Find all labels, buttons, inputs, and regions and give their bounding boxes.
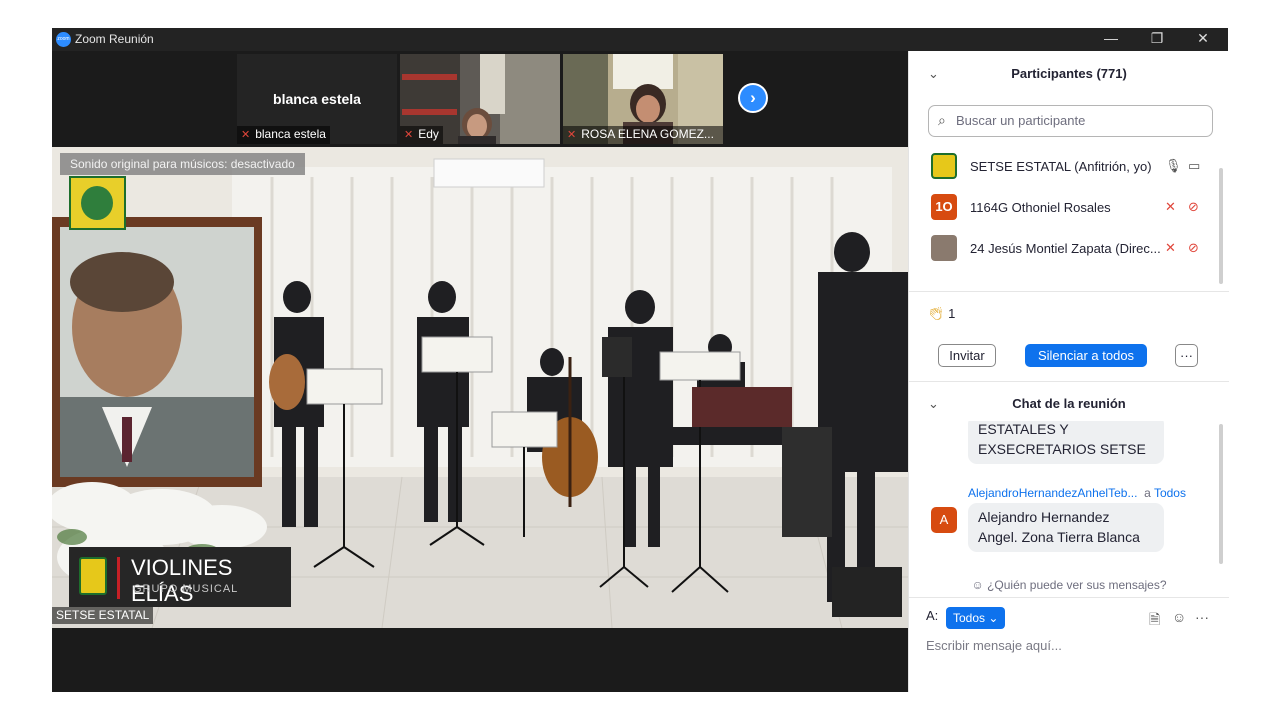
- sender-name: AlejandroHernandezAnhelTeb...: [968, 486, 1138, 500]
- chat-message: Alejandro Hernandez Angel. Zona Tierra B…: [968, 503, 1164, 552]
- chat-visibility-text: ¿Quién puede ver sus mensajes?: [987, 578, 1167, 592]
- chat-more-button[interactable]: ···: [1195, 609, 1209, 625]
- video-off-icon: ⊘: [1188, 240, 1199, 255]
- avatar: [931, 235, 957, 261]
- participant-thumbnail[interactable]: ✕ ROSA ELENA GOMEZ...: [563, 54, 723, 144]
- banner-divider: [117, 557, 120, 599]
- restore-button[interactable]: ❐: [1134, 28, 1180, 51]
- mic-muted-icon: ✕: [404, 129, 414, 141]
- zoom-logo-icon: zoom: [56, 32, 71, 47]
- minimize-button[interactable]: —: [1088, 28, 1134, 51]
- thumbnail-caption: ✕ blanca estela: [237, 126, 330, 144]
- mic-muted-icon: ✕: [1165, 199, 1176, 214]
- message-recipient: a Todos: [1144, 486, 1186, 500]
- clapping-hands-icon: 👏︎: [928, 306, 945, 321]
- avatar: [931, 153, 957, 179]
- banner-title: VIOLINES ELÍAS: [131, 555, 233, 606]
- chevron-down-icon: ⌄: [988, 611, 999, 625]
- divider: [909, 291, 1229, 292]
- divider: [909, 381, 1229, 382]
- mic-muted-icon: ✕: [567, 129, 577, 141]
- video-area: blanca estela ✕ blanca estela ✕ Edy ✕ RO…: [52, 51, 908, 692]
- title-bar: zoom Zoom Reunión — ❐ ✕: [52, 28, 1228, 51]
- band-banner: VIOLINES ELÍAS GRUPO MUSICAL: [69, 547, 291, 607]
- thumbnail-name: ROSA ELENA GOMEZ...: [581, 127, 714, 141]
- mute-all-button[interactable]: Silenciar a todos: [1025, 344, 1147, 367]
- reaction-counter: 👏︎ 1: [928, 306, 955, 322]
- collapse-participants-icon[interactable]: ⌄: [928, 66, 939, 82]
- thumbnail-name: blanca estela: [255, 127, 326, 141]
- participant-display-name: blanca estela: [273, 91, 361, 107]
- file-icon[interactable]: 🗎︎: [1149, 609, 1160, 633]
- chat-messages: ESTATALES Y EXSECRETARIOS SETSE Alejandr…: [909, 421, 1229, 571]
- message-line: EXSECRETARIOS SETSE: [978, 441, 1146, 457]
- collapse-chat-icon[interactable]: ⌄: [928, 396, 939, 412]
- chat-scrollbar[interactable]: [1219, 424, 1223, 564]
- participant-search-input[interactable]: ⌕ Buscar un participante: [928, 105, 1213, 137]
- search-placeholder: Buscar un participante: [956, 113, 1086, 128]
- mic-muted-icon: ✕: [1165, 240, 1176, 255]
- more-options-button[interactable]: ···: [1175, 344, 1198, 367]
- avatar: 1O: [931, 194, 957, 220]
- recipient-dropdown[interactable]: Todos ⌄: [946, 607, 1006, 629]
- mic-muted-icon: ✕: [241, 129, 251, 141]
- window-title: Zoom Reunión: [75, 32, 154, 46]
- thumbnail-caption: ✕ Edy: [400, 126, 443, 144]
- recipient-label: A:: [926, 608, 939, 623]
- banner-subtitle: GRUPO MUSICAL: [133, 583, 239, 595]
- thumbnail-caption: ✕ ROSA ELENA GOMEZ...: [563, 126, 723, 144]
- next-page-button[interactable]: ›: [738, 83, 768, 113]
- chat-visibility-link[interactable]: ☺ ¿Quién puede ver sus mensajes?: [909, 578, 1229, 592]
- video-off-icon: ⊘: [1188, 199, 1199, 214]
- people-icon: ☺: [971, 578, 984, 592]
- message-line: Angel. Zona Tierra Blanca: [978, 529, 1140, 545]
- participant-row[interactable]: SETSE ESTATAL (Anfitrión, yo) 🎙︎ ▭: [909, 146, 1219, 186]
- participants-scrollbar[interactable]: [1219, 168, 1223, 284]
- avatar: A: [931, 507, 957, 533]
- divider: [909, 597, 1229, 598]
- message-line: ESTATALES Y: [978, 421, 1069, 437]
- search-icon: ⌕: [938, 112, 946, 128]
- emoji-icon[interactable]: ☺: [1172, 609, 1186, 625]
- side-panel: ⌄ Participantes (771) ⌕ Buscar un partic…: [908, 51, 1229, 692]
- invite-button[interactable]: Invitar: [938, 344, 996, 367]
- participant-name: 24 Jesús Montiel Zapata (Direc...: [970, 241, 1161, 256]
- chevron-right-icon: ›: [750, 88, 756, 107]
- original-sound-notice: Sonido original para músicos: desactivad…: [60, 153, 305, 175]
- participant-name: 1164G Othoniel Rosales: [970, 200, 1111, 215]
- participant-row[interactable]: 24 Jesús Montiel Zapata (Direc... ✕ ⊘: [909, 228, 1219, 268]
- main-video: Sonido original para músicos: desactivad…: [52, 147, 908, 628]
- recipient-value: Todos: [953, 611, 986, 625]
- setse-logo-icon: [79, 557, 107, 595]
- participant-thumbnail[interactable]: blanca estela ✕ blanca estela: [237, 54, 397, 144]
- participants-header: ⌄ Participantes (771): [909, 66, 1229, 88]
- chat-title: Chat de la reunión: [1012, 396, 1126, 411]
- video-camera-icon[interactable]: ▭: [1188, 158, 1200, 174]
- microphone-icon[interactable]: 🎙︎: [1165, 158, 1182, 174]
- active-speaker-name: SETSE ESTATAL: [52, 607, 154, 624]
- chat-message: ESTATALES Y EXSECRETARIOS SETSE: [968, 421, 1164, 464]
- message-line: Alejandro Hernandez: [978, 509, 1110, 525]
- participant-row[interactable]: 1O 1164G Othoniel Rosales ✕ ⊘: [909, 187, 1219, 227]
- reaction-count: 1: [948, 306, 956, 321]
- chat-message-input[interactable]: Escribir mensaje aquí...: [926, 638, 1062, 653]
- participant-thumbnail[interactable]: ✕ Edy: [400, 54, 560, 144]
- participant-name: SETSE ESTATAL (Anfitrión, yo): [970, 159, 1152, 174]
- participants-title: Participantes (771): [1011, 66, 1127, 81]
- zoom-window: zoom Zoom Reunión — ❐ ✕ blanca estela ✕ b…: [52, 28, 1229, 692]
- message-sender[interactable]: AlejandroHernandezAnhelTeb... a Todos: [968, 486, 1186, 500]
- thumbnail-name: Edy: [418, 127, 439, 141]
- chat-header: ⌄ Chat de la reunión: [909, 396, 1229, 418]
- close-button[interactable]: ✕: [1180, 28, 1226, 51]
